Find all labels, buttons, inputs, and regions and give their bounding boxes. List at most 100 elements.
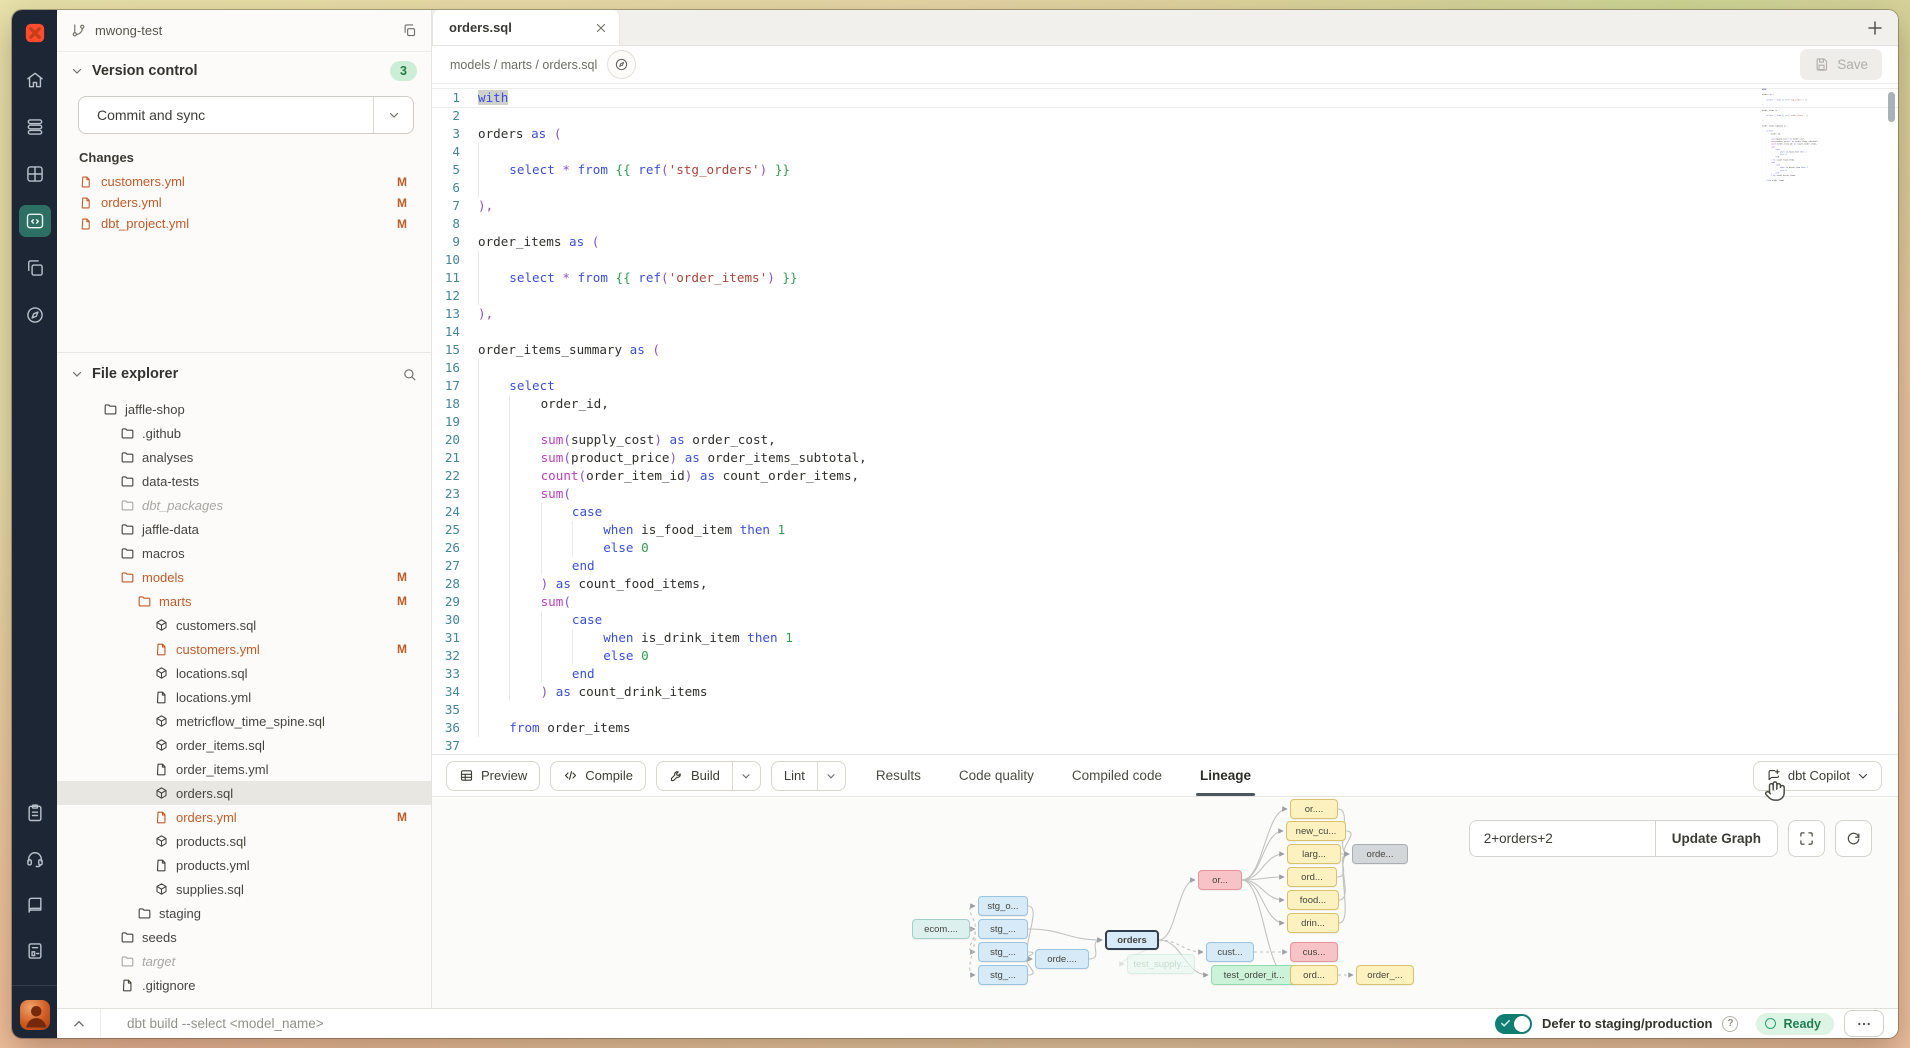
- tree-item-orders.yml[interactable]: orders.ymlM: [57, 805, 431, 829]
- lineage-node-cust[interactable]: cust...: [1206, 942, 1254, 962]
- user-avatar[interactable]: [20, 1000, 50, 1030]
- lineage-node-stg4[interactable]: stg_...: [978, 965, 1028, 985]
- tab-results[interactable]: Results: [876, 755, 921, 796]
- expand-command-bar-button[interactable]: [57, 1009, 101, 1038]
- lint-options-segment[interactable]: [817, 762, 845, 790]
- chevron-down-icon[interactable]: [71, 368, 83, 380]
- tree-item-jaffle-shop[interactable]: jaffle-shop: [57, 397, 431, 421]
- tab-orders-sql[interactable]: orders.sql: [432, 10, 620, 45]
- rail-grid[interactable]: [19, 158, 51, 190]
- copy-branch-icon[interactable]: [402, 23, 417, 38]
- code-editor[interactable]: 1with23orders as (45select * from {{ ref…: [432, 84, 1898, 754]
- save-button[interactable]: Save: [1800, 49, 1882, 80]
- rail-compass[interactable]: [19, 299, 51, 331]
- lineage-node-y1[interactable]: or....: [1290, 799, 1338, 819]
- tree-item-customers.sql[interactable]: customers.sql: [57, 613, 431, 637]
- lineage-selector-input[interactable]: [1470, 821, 1655, 856]
- lineage-node-y3[interactable]: larg...: [1287, 844, 1341, 864]
- tree-item-.gitignore[interactable]: .gitignore: [57, 973, 431, 997]
- lineage-node-gorde[interactable]: orde...: [1352, 844, 1408, 864]
- tab-compiled-code[interactable]: Compiled code: [1072, 755, 1162, 796]
- lineage-node-ecom[interactable]: ecom....: [912, 919, 970, 939]
- changed-file-dbt_project.yml[interactable]: dbt_project.ymlM: [57, 213, 431, 234]
- rail-clipboard[interactable]: [19, 797, 51, 829]
- line-number: 27: [432, 557, 478, 575]
- command-input[interactable]: [101, 1016, 1495, 1031]
- rail-panel[interactable]: [19, 935, 51, 967]
- tab-lineage[interactable]: Lineage: [1200, 755, 1251, 796]
- dbt-copilot-button[interactable]: dbt Copilot: [1753, 761, 1882, 791]
- version-control-header[interactable]: Version control 3: [57, 52, 431, 90]
- tree-item-order_items.sql[interactable]: order_items.sql: [57, 733, 431, 757]
- preview-button[interactable]: Preview: [446, 761, 540, 791]
- build-button[interactable]: Build: [656, 761, 761, 791]
- file-icon: [120, 978, 135, 993]
- lineage-node-stg1[interactable]: stg_o...: [978, 896, 1028, 916]
- search-icon[interactable]: [402, 367, 417, 382]
- rail-windows[interactable]: [19, 252, 51, 284]
- tree-item-jaffle-data[interactable]: jaffle-data: [57, 517, 431, 541]
- lineage-node-y2[interactable]: new_cu...: [1286, 821, 1346, 841]
- rail-code[interactable]: [19, 205, 51, 237]
- line-number: 15: [432, 341, 478, 359]
- lineage-node-y6[interactable]: drin...: [1287, 913, 1339, 933]
- rail-book[interactable]: [19, 889, 51, 921]
- tree-item-order_items.yml[interactable]: order_items.yml: [57, 757, 431, 781]
- tree-item-supplies.sql[interactable]: supplies.sql: [57, 877, 431, 901]
- tree-item-locations.sql[interactable]: locations.sql: [57, 661, 431, 685]
- new-tab-button[interactable]: [1866, 19, 1884, 37]
- status-badge[interactable]: Ready: [1756, 1013, 1834, 1035]
- tree-item-locations.yml[interactable]: locations.yml: [57, 685, 431, 709]
- close-tab-icon[interactable]: [595, 22, 607, 34]
- chevron-down-icon[interactable]: [71, 65, 83, 77]
- tree-item-staging[interactable]: staging: [57, 901, 431, 925]
- fullscreen-button[interactable]: [1788, 820, 1825, 857]
- rail-home[interactable]: [19, 64, 51, 96]
- lineage-node-orp[interactable]: or...: [1198, 870, 1242, 890]
- tree-item-marts[interactable]: martsM: [57, 589, 431, 613]
- more-options-button[interactable]: [1844, 1010, 1884, 1037]
- tree-item-products.yml[interactable]: products.yml: [57, 853, 431, 877]
- tree-item-orders.sql[interactable]: orders.sql: [57, 781, 431, 805]
- editor-scrollbar[interactable]: [1888, 92, 1895, 122]
- help-icon[interactable]: ?: [1722, 1016, 1738, 1032]
- tree-item-metricflow_time_spine.sql[interactable]: metricflow_time_spine.sql: [57, 709, 431, 733]
- tree-item-data-tests[interactable]: data-tests: [57, 469, 431, 493]
- rail-headset[interactable]: [19, 843, 51, 875]
- tree-item-seeds[interactable]: seeds: [57, 925, 431, 949]
- lineage-node-y5[interactable]: food...: [1287, 890, 1339, 910]
- rail-stack[interactable]: [19, 111, 51, 143]
- build-options-segment[interactable]: [732, 762, 760, 790]
- lint-button[interactable]: Lint: [771, 761, 846, 791]
- tree-item-models[interactable]: modelsM: [57, 565, 431, 589]
- compile-button[interactable]: Compile: [550, 761, 646, 791]
- changed-file-orders.yml[interactable]: orders.ymlM: [57, 192, 431, 213]
- lineage-node-tord[interactable]: test_order_it...: [1211, 965, 1297, 985]
- lineage-node-cusp[interactable]: cus...: [1290, 942, 1338, 962]
- update-graph-button[interactable]: Update Graph: [1655, 821, 1777, 856]
- open-in-lineage-button[interactable]: [607, 50, 636, 79]
- file-explorer-header[interactable]: File explorer: [57, 355, 431, 393]
- lineage-node-stg3[interactable]: stg_...: [978, 942, 1028, 962]
- tree-item-.github[interactable]: .github: [57, 421, 431, 445]
- tree-item-products.sql[interactable]: products.sql: [57, 829, 431, 853]
- changed-file-customers.yml[interactable]: customers.ymlM: [57, 171, 431, 192]
- tab-code-quality[interactable]: Code quality: [959, 755, 1034, 796]
- lineage-node-orders[interactable]: orders: [1105, 930, 1159, 950]
- commit-and-sync-button[interactable]: Commit and sync: [78, 96, 414, 134]
- commit-options-segment[interactable]: [373, 97, 413, 133]
- lineage-node-ordy[interactable]: ord...: [1290, 965, 1338, 985]
- lineage-node-y4[interactable]: ord...: [1287, 867, 1337, 887]
- defer-toggle[interactable]: [1495, 1014, 1532, 1034]
- tree-item-customers.yml[interactable]: customers.ymlM: [57, 637, 431, 661]
- lineage-node-ord1[interactable]: orde....: [1035, 949, 1089, 969]
- tree-item-target[interactable]: target: [57, 949, 431, 973]
- line-number: 20: [432, 431, 478, 449]
- tree-item-dbt_packages[interactable]: dbt_packages: [57, 493, 431, 517]
- lineage-node-ghost[interactable]: test_supply...: [1127, 954, 1195, 974]
- lineage-node-stg2[interactable]: stg_...: [978, 919, 1028, 939]
- tree-item-macros[interactable]: macros: [57, 541, 431, 565]
- refresh-button[interactable]: [1835, 820, 1872, 857]
- lineage-node-ordery[interactable]: order_...: [1356, 965, 1414, 985]
- tree-item-analyses[interactable]: analyses: [57, 445, 431, 469]
